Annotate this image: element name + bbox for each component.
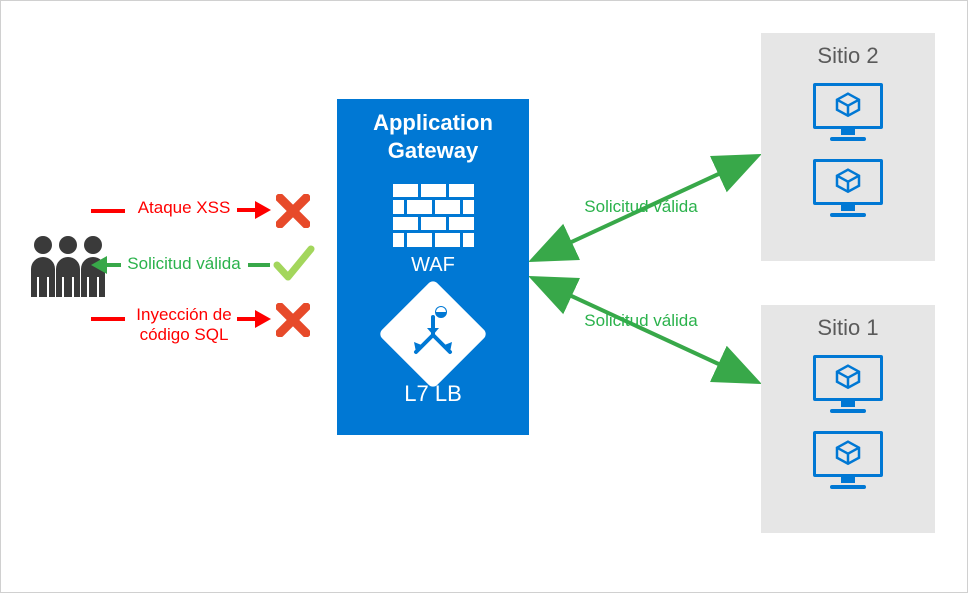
arrow-left-green-valid xyxy=(91,254,121,276)
valid-request-label-in: Solicitud válida xyxy=(119,254,249,274)
waf-label: WAF xyxy=(337,254,529,277)
vm-icon xyxy=(813,355,883,417)
arrow-right-red-xss xyxy=(237,199,271,221)
site-2-title: Sitio 2 xyxy=(761,33,935,69)
vm-icon xyxy=(813,83,883,145)
gateway-to-sites-arrows xyxy=(529,151,761,391)
application-gateway-box: Application Gateway WAF L7 LB xyxy=(337,99,529,435)
gateway-title: Application Gateway xyxy=(337,109,529,164)
site-2-box: Sitio 2 xyxy=(761,33,935,261)
valid-request-label-out-top: Solicitud válida xyxy=(571,197,711,217)
checkmark-icon xyxy=(273,243,315,285)
firewall-icon xyxy=(391,182,475,248)
gateway-title-line1: Application xyxy=(373,110,493,135)
vm-icon xyxy=(813,431,883,493)
block-x-icon-xss xyxy=(276,194,310,228)
red-bar-sqli xyxy=(91,317,125,321)
valid-request-label-out-bottom: Solicitud válida xyxy=(571,311,711,331)
sqli-line1: Inyección de xyxy=(136,305,231,324)
arrow-right-red-sqli xyxy=(237,308,271,330)
sqli-attack-label: Inyección de código SQL xyxy=(129,305,239,344)
red-bar-xss xyxy=(91,209,125,213)
load-balancer-icon xyxy=(394,295,472,373)
vm-icon xyxy=(813,159,883,221)
xss-attack-label: Ataque XSS xyxy=(129,198,239,218)
site-1-title: Sitio 1 xyxy=(761,305,935,341)
block-x-icon-sqli xyxy=(276,303,310,337)
site-1-box: Sitio 1 xyxy=(761,305,935,533)
gateway-title-line2: Gateway xyxy=(388,138,479,163)
sqli-line2: código SQL xyxy=(140,325,229,344)
green-line-valid xyxy=(248,254,270,276)
